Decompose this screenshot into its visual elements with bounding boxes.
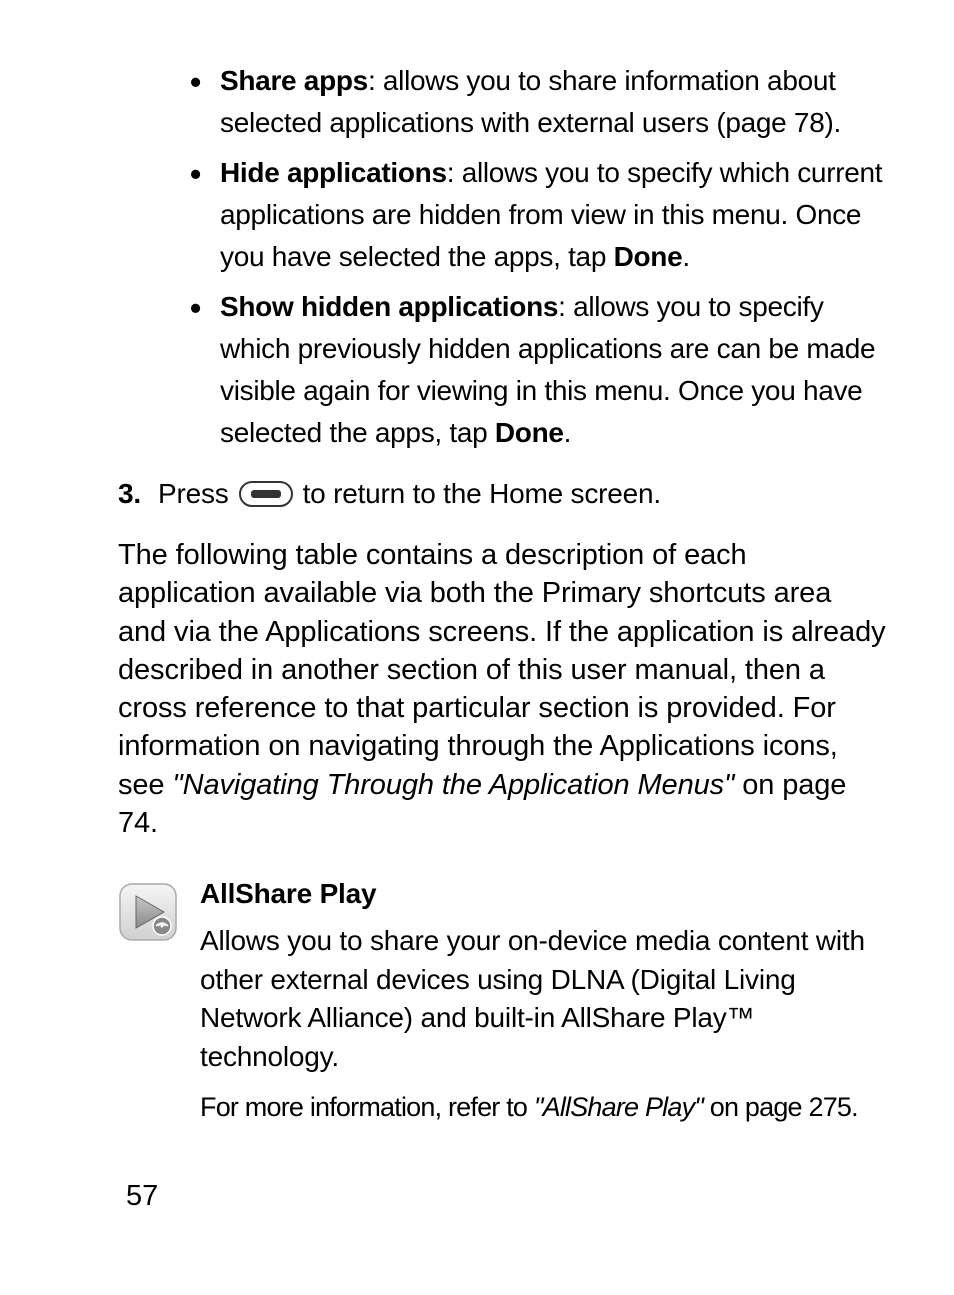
share-apps-label: Share apps xyxy=(220,65,368,96)
show-hidden-done: Done xyxy=(495,417,564,448)
home-key-icon xyxy=(239,481,293,507)
allshare-play-section: AllShare Play Allows you to share your o… xyxy=(118,878,886,1126)
step-text-before: Press xyxy=(158,478,229,510)
allshare-play-title: AllShare Play xyxy=(200,878,886,910)
ref-italic: "AllShare Play" xyxy=(534,1092,703,1122)
page-number: 57 xyxy=(126,1180,158,1213)
allshare-play-content: AllShare Play Allows you to share your o… xyxy=(200,878,886,1126)
bullet-show-hidden: Show hidden applications: allows you to … xyxy=(190,286,886,454)
bullet-share-apps: Share apps: allows you to share informat… xyxy=(190,60,886,144)
ref-before: For more information, refer to xyxy=(200,1092,534,1122)
step-text-after: to return to the Home screen. xyxy=(303,478,661,510)
allshare-play-desc: Allows you to share your on-device media… xyxy=(200,922,886,1077)
allshare-play-icon xyxy=(118,882,178,942)
step-number: 3. xyxy=(118,478,158,510)
hide-apps-text-after: . xyxy=(682,241,689,272)
hide-apps-done: Done xyxy=(614,241,683,272)
paragraph-text-before: The following table contains a descripti… xyxy=(118,539,886,801)
description-paragraph: The following table contains a descripti… xyxy=(118,536,886,842)
show-hidden-text-after: . xyxy=(564,417,571,448)
bullet-list: Share apps: allows you to share informat… xyxy=(190,60,886,454)
paragraph-italic: "Navigating Through the Application Menu… xyxy=(172,769,734,801)
step-3: 3. Press to return to the Home screen. xyxy=(118,478,886,510)
show-hidden-label: Show hidden applications xyxy=(220,291,558,322)
bullet-hide-apps: Hide applications: allows you to specify… xyxy=(190,152,886,278)
ref-after: on page 275. xyxy=(703,1092,858,1122)
allshare-play-ref: For more information, refer to "AllShare… xyxy=(200,1089,886,1127)
hide-apps-label: Hide applications xyxy=(220,157,447,188)
